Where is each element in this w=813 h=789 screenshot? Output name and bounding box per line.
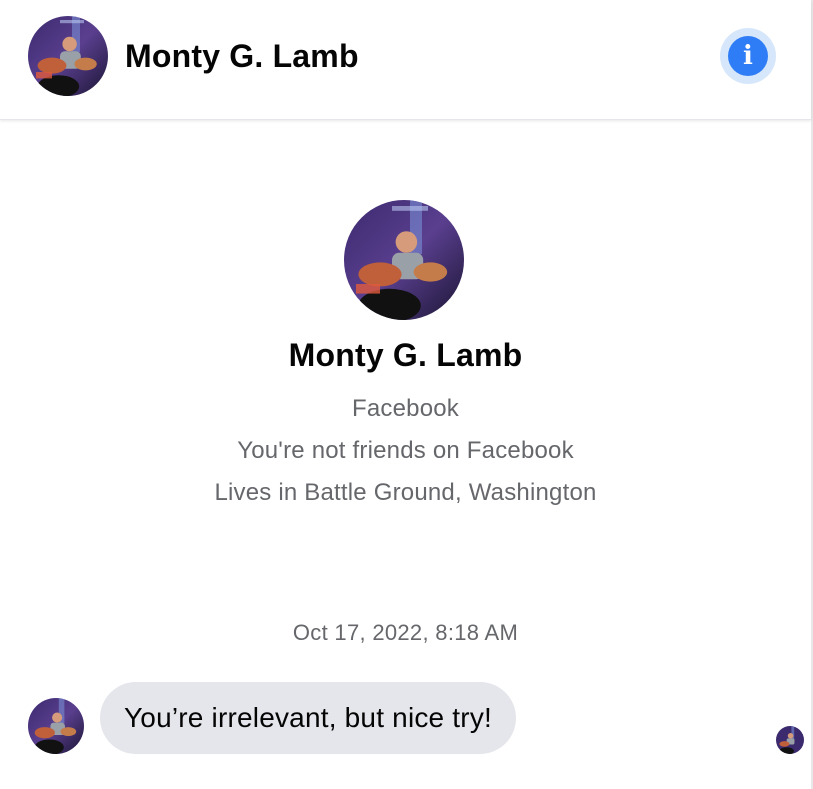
friend-status: You're not friends on Facebook: [237, 437, 574, 464]
profile-name[interactable]: Monty G. Lamb: [0, 337, 811, 374]
sender-avatar[interactable]: [28, 698, 84, 754]
message-bubble[interactable]: You’re irrelevant, but nice try!: [100, 682, 516, 754]
profile-platform: Facebook: [352, 395, 459, 422]
message-timestamp: Oct 17, 2022, 8:18 AM: [292, 620, 519, 645]
messenger-window: Monty G. Lamb i Monty G. Lamb Facebook Y…: [0, 0, 813, 789]
conversation-header: Monty G. Lamb i: [0, 0, 811, 120]
contact-name[interactable]: Monty G. Lamb: [125, 38, 359, 75]
contact-avatar[interactable]: [28, 16, 108, 96]
profile-avatar[interactable]: [344, 200, 464, 320]
info-button[interactable]: i: [720, 28, 776, 84]
info-icon: i: [728, 36, 768, 76]
seen-indicator-avatar: [776, 726, 804, 754]
profile-location: Lives in Battle Ground, Washington: [214, 479, 597, 506]
